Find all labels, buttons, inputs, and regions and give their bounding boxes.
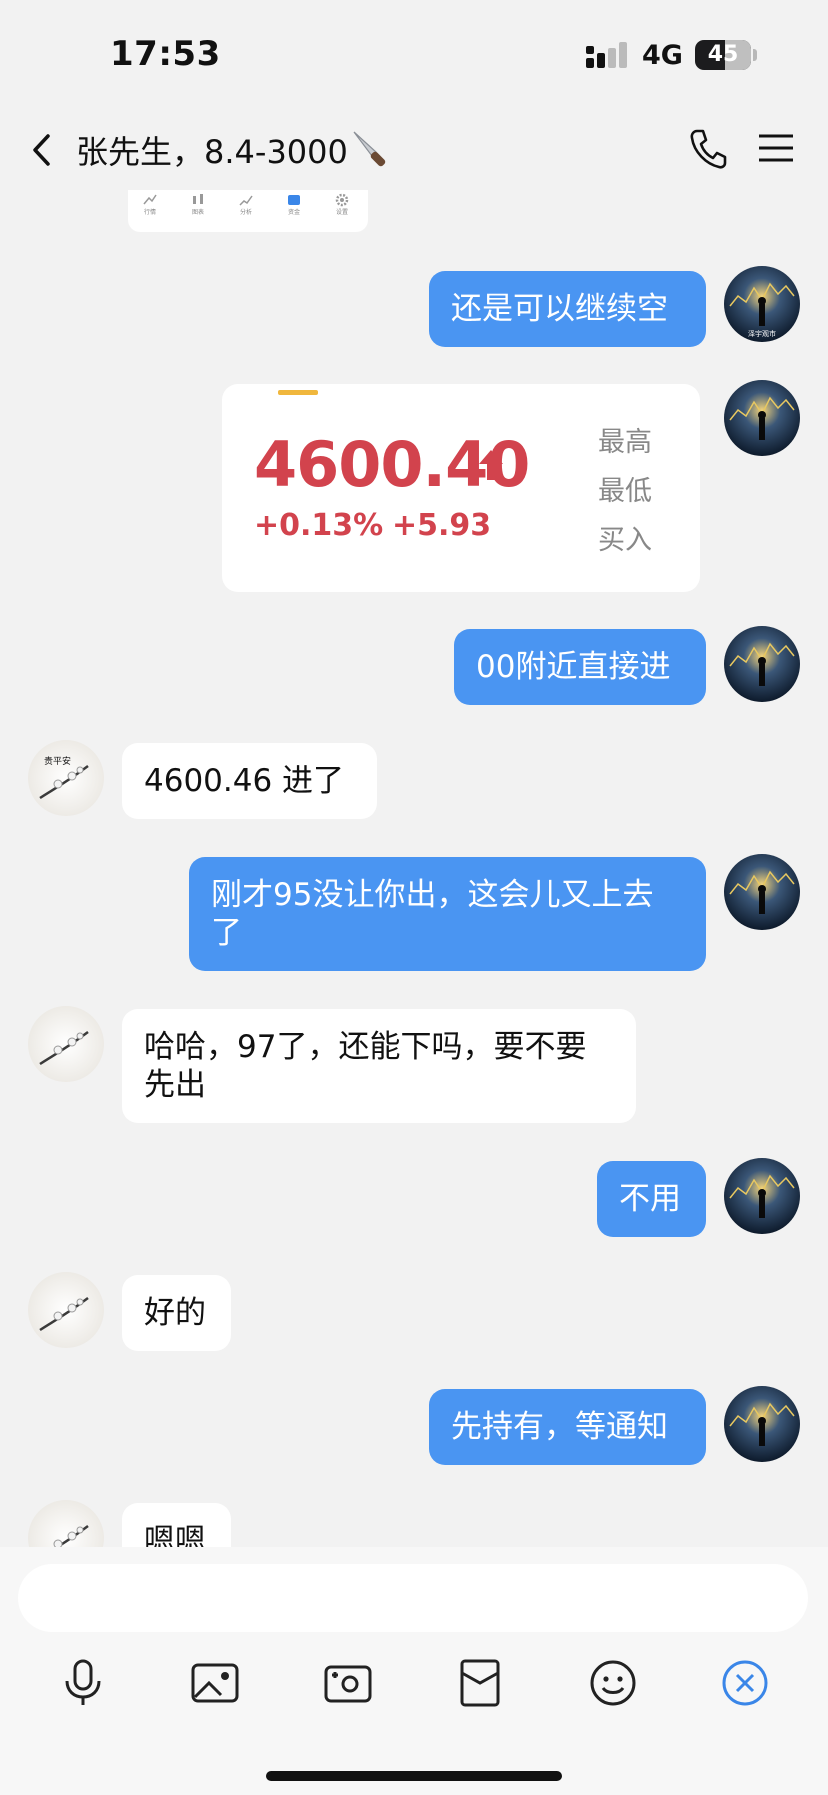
avatar-caption: 泽宇观市 xyxy=(748,329,776,338)
chat-area[interactable]: 行情 图表 分析 资金 设置 还是可以继续空 泽宇观市 4600.40 +0.1… xyxy=(0,190,828,1547)
quote-accent xyxy=(278,390,318,395)
up-arrow-icon xyxy=(479,450,503,480)
self-avatar[interactable] xyxy=(724,626,800,702)
emoji-icon[interactable] xyxy=(585,1655,641,1711)
quote-label-buy: 买入 xyxy=(598,525,652,556)
strip-tab: 行情 xyxy=(130,192,170,217)
avatar-caption: 贵平安 xyxy=(44,755,71,767)
strip-tab: 分析 xyxy=(226,192,266,217)
quote-labels: 最高 最低 买入 xyxy=(598,418,652,565)
status-time: 17:53 xyxy=(110,34,221,74)
red-packet-icon[interactable] xyxy=(452,1655,508,1711)
self-avatar[interactable] xyxy=(724,380,800,456)
camera-icon[interactable] xyxy=(320,1655,376,1711)
chart-icon xyxy=(239,195,253,206)
self-avatar[interactable] xyxy=(724,1158,800,1234)
message-bubble-out[interactable]: 00附近直接进 xyxy=(454,629,706,705)
message-bubble-out[interactable]: 先持有，等通知 xyxy=(429,1389,706,1465)
message-bubble-out[interactable]: 还是可以继续空 xyxy=(429,271,706,347)
battery-nub xyxy=(753,49,757,61)
image-icon[interactable] xyxy=(187,1655,243,1711)
chat-title: 张先生，8.4-3000 xyxy=(76,133,348,171)
self-avatar[interactable] xyxy=(724,1386,800,1462)
knife-icon xyxy=(353,131,386,167)
quote-change: +5.93 xyxy=(392,508,492,543)
battery-level: 45 xyxy=(707,42,739,67)
phone-icon[interactable] xyxy=(688,126,728,170)
message-bubble-in[interactable]: 好的 xyxy=(122,1275,231,1351)
composer-panel xyxy=(0,1547,828,1795)
nav-bar: 张先生，8.4-3000 xyxy=(0,110,828,190)
quote-label-low: 最低 xyxy=(598,476,652,507)
strip-tab: 图表 xyxy=(178,192,218,217)
strip-tab: 资金 xyxy=(274,192,314,217)
message-bubble-in[interactable]: 4600.46 进了 xyxy=(122,743,377,819)
contact-avatar[interactable] xyxy=(28,1500,104,1547)
self-avatar[interactable]: 泽宇观市 xyxy=(724,266,800,342)
message-bubble-out[interactable]: 不用 xyxy=(597,1161,706,1237)
quote-percent: +0.13% xyxy=(254,508,384,543)
quote-card[interactable]: 4600.40 +0.13% +5.93 最高 最低 买入 xyxy=(222,384,700,592)
close-icon[interactable] xyxy=(717,1655,773,1711)
image-message-cropped[interactable]: 行情 图表 分析 资金 设置 xyxy=(128,190,368,232)
quote-label-high: 最高 xyxy=(598,427,652,458)
back-icon[interactable] xyxy=(28,130,56,170)
gear-icon xyxy=(335,193,349,207)
message-bubble-in[interactable]: 哈哈，97了，还能下吗，要不要先出 xyxy=(122,1009,636,1123)
battery-icon: 45 xyxy=(695,40,751,70)
status-bar: 17:53 4G 45 xyxy=(0,0,828,110)
home-indicator xyxy=(266,1771,562,1781)
contact-avatar[interactable] xyxy=(28,1006,104,1082)
message-input[interactable] xyxy=(18,1564,808,1632)
strip-tab: 设置 xyxy=(322,192,362,217)
contact-avatar[interactable]: 贵平安 xyxy=(28,740,104,816)
contact-avatar[interactable] xyxy=(28,1272,104,1348)
trend-icon xyxy=(143,194,157,205)
self-avatar[interactable] xyxy=(724,854,800,930)
message-bubble-in[interactable]: 嗯嗯 xyxy=(122,1503,231,1547)
candle-icon xyxy=(193,194,203,204)
inbox-icon xyxy=(288,195,300,205)
signal-icon xyxy=(586,42,627,68)
menu-icon[interactable] xyxy=(756,128,796,168)
microphone-icon[interactable] xyxy=(55,1655,111,1711)
network-label: 4G xyxy=(642,40,683,71)
message-bubble-out[interactable]: 刚才95没让你出，这会儿又上去了 xyxy=(189,857,706,971)
